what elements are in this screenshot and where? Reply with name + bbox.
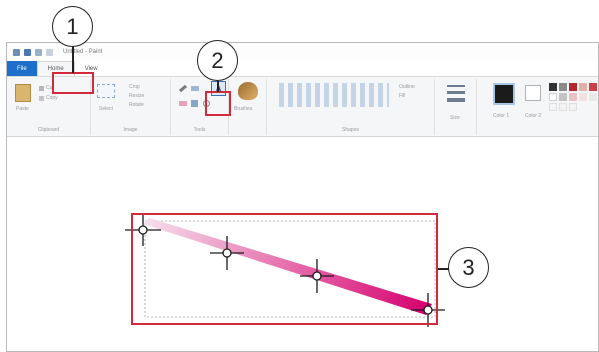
callout-marker-3: 3 (448, 247, 489, 288)
callout-marker-2: 2 (197, 40, 238, 81)
callout-box-home-tab (52, 72, 94, 94)
callout-box-canvas-drag (131, 213, 438, 325)
callout-marker-1: 1 (52, 6, 93, 47)
callout-leader-2 (217, 81, 219, 92)
callout-leader-1 (72, 46, 74, 73)
callout-box-text-tool (205, 91, 231, 116)
